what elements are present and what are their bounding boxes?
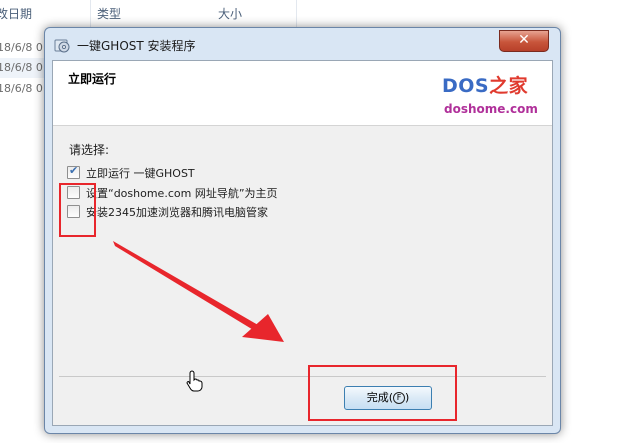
divider <box>59 376 546 377</box>
dialog-client-area: 立即运行 DOS之家 doshome.com 请选择: ✔ 立即运行 一键GHO… <box>52 60 553 426</box>
window-title: 一键GHOST 安装程序 <box>77 39 196 53</box>
title-bar[interactable]: 一键GHOST 安装程序 ✕ <box>45 28 560 60</box>
column-modified-date[interactable]: 改日期 <box>0 0 91 28</box>
run-ghost-checkbox[interactable]: ✔ <box>67 164 80 179</box>
close-button[interactable]: ✕ <box>499 30 549 52</box>
file-row-date[interactable]: 18/6/8 0 <box>0 38 43 58</box>
installer-disc-icon <box>54 39 70 53</box>
option-label: 安装2345加速浏览器和腾讯电脑管家 <box>86 206 268 219</box>
hand-pointer-icon <box>186 370 203 392</box>
checkmark-icon: ✔ <box>69 164 79 177</box>
option-label: 立即运行 一键GHOST <box>86 167 195 180</box>
logo-domain: doshome.com <box>444 102 538 116</box>
header-banner: 立即运行 DOS之家 doshome.com <box>53 61 552 126</box>
option-label: 设置“doshome.com 网址导航”为主页 <box>86 187 278 200</box>
file-list-header: 改日期 类型 大小 <box>0 0 618 28</box>
logo-suffix: 之家 <box>489 75 529 97</box>
file-row-date[interactable]: 18/6/8 0 <box>0 79 43 99</box>
options-prompt: 请选择: <box>69 143 110 157</box>
close-icon: ✕ <box>518 32 530 48</box>
annotation-box-finish <box>308 365 457 421</box>
installer-dialog: 一键GHOST 安装程序 ✕ 立即运行 DOS之家 doshome.com 请选… <box>44 27 561 434</box>
column-type[interactable]: 类型 <box>91 0 218 28</box>
doshome-logo: DOS之家 <box>442 71 528 98</box>
annotation-box-checkboxes <box>59 183 96 237</box>
column-size[interactable]: 大小 <box>212 0 297 28</box>
page-title: 立即运行 <box>68 72 117 86</box>
file-row-date[interactable]: 18/6/8 0 <box>0 58 44 78</box>
logo-prefix: DOS <box>442 75 490 97</box>
